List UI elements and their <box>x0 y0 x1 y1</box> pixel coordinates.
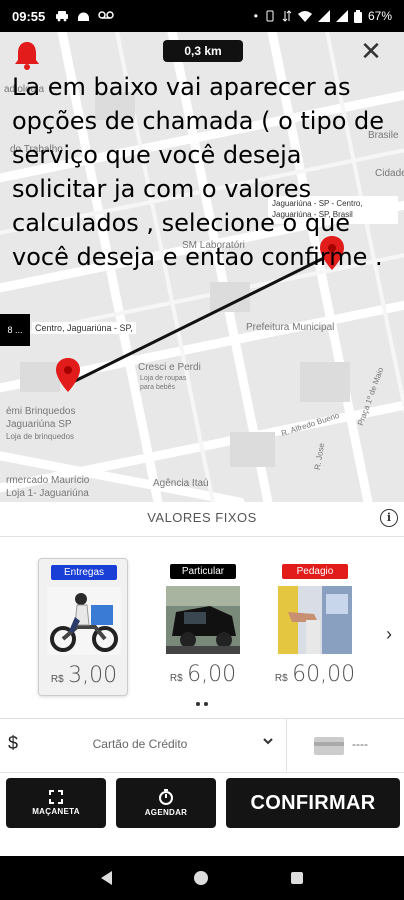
map-label: rmercado Maurício <box>6 475 90 486</box>
map-label: Agência Itaú <box>153 478 209 489</box>
origin-pin-icon <box>56 358 80 392</box>
origin-address-label: Centro, Jaguariúna - SP, <box>32 322 136 334</box>
map-label: Prefeitura Municipal <box>246 322 335 333</box>
macaneta-label: MAÇANETA <box>32 807 80 816</box>
voicemail-icon <box>98 11 114 19</box>
divider <box>0 772 404 773</box>
status-bar: 09:55 • 67% <box>0 0 404 32</box>
service-price: R$ 60,00 <box>270 662 360 687</box>
agendar-label: AGENDAR <box>144 808 188 817</box>
pager-dot <box>196 702 200 706</box>
android-icon <box>78 12 90 21</box>
payment-row: $ Cartão de Crédito ---- <box>0 719 404 771</box>
system-nav-bar <box>0 856 404 900</box>
distance-badge: 0,3 km <box>163 40 243 62</box>
signal-icon <box>317 10 330 22</box>
price-currency: R$ <box>274 673 288 684</box>
home-icon[interactable] <box>194 871 209 885</box>
service-badge: Particular <box>170 564 236 579</box>
price-value: 3,00 <box>68 663 118 688</box>
map-label: émi Brinquedos <box>6 406 76 417</box>
divider <box>0 536 404 537</box>
price-value: 6,00 <box>187 662 237 687</box>
side-tab[interactable]: 8 ... <box>0 314 30 346</box>
expand-icon <box>49 790 63 804</box>
carousel-pager <box>196 702 210 708</box>
info-icon[interactable]: i <box>380 509 398 527</box>
back-icon[interactable] <box>101 871 113 885</box>
card-digits: ---- <box>352 737 368 751</box>
payment-method-select[interactable]: Cartão de Crédito <box>60 737 220 751</box>
service-option-pedagio[interactable]: Pedagio R$ 60,00 <box>270 558 360 696</box>
toll-booth-icon <box>278 586 352 654</box>
confirm-button[interactable]: CONFIRMAR <box>226 778 400 828</box>
macaneta-button[interactable]: MAÇANETA <box>6 778 106 828</box>
bell-icon[interactable] <box>14 40 40 70</box>
map-view[interactable]: adiologia do Trabalho Brasile Cidade SM … <box>0 32 404 502</box>
service-panel: VALORES FIXOS i Entregas R$ 3,00 Particu… <box>0 502 404 854</box>
map-label: Loja 1- Jaguariúna <box>6 488 89 499</box>
pager-dot <box>204 702 208 706</box>
chevron-right-icon[interactable]: › <box>386 624 392 645</box>
signal-icon-2 <box>335 10 348 22</box>
motorcycle-courier-icon <box>47 587 121 655</box>
service-badge: Pedagio <box>282 564 348 579</box>
service-price: R$ 3,00 <box>39 663 129 688</box>
panel-title: VALORES FIXOS <box>147 510 257 525</box>
vibrate-icon <box>266 10 274 22</box>
confirm-label: CONFIRMAR <box>250 791 376 814</box>
service-options: Entregas R$ 3,00 Particular R$ 6,00 Peda… <box>0 554 404 704</box>
price-currency: R$ <box>169 673 183 684</box>
dollar-icon: $ <box>8 733 19 753</box>
car-icon <box>56 11 69 22</box>
map-label: para bebês <box>140 384 176 391</box>
battery-icon <box>353 9 362 23</box>
data-icon <box>282 10 292 22</box>
recents-icon[interactable] <box>290 872 303 884</box>
map-label: Jaguariúna SP <box>6 419 72 430</box>
map-label: Cresci e Perdi <box>138 362 201 373</box>
service-badge: Entregas <box>51 565 117 580</box>
credit-card-icon <box>314 737 344 755</box>
close-icon[interactable]: ✕ <box>358 38 384 64</box>
timer-icon <box>159 789 173 805</box>
map-label: Loja de brinquedos <box>6 432 75 441</box>
map-label: Loja de roupas <box>140 375 187 382</box>
service-option-entregas[interactable]: Entregas R$ 3,00 <box>38 558 128 696</box>
wifi-icon <box>297 11 312 22</box>
service-option-particular[interactable]: Particular R$ 6,00 <box>158 558 248 696</box>
chevron-down-icon[interactable] <box>262 735 274 747</box>
instruction-overlay-text: La em baixo vai aparecer as opções de ch… <box>12 73 385 271</box>
divider <box>286 719 287 771</box>
status-time: 09:55 <box>12 8 46 24</box>
agendar-button[interactable]: AGENDAR <box>116 778 216 828</box>
price-value: 60,00 <box>292 662 356 687</box>
battery-percent: 67% <box>367 9 392 23</box>
black-car-icon <box>166 586 240 654</box>
price-currency: R$ <box>50 674 64 685</box>
status-system-icons: • 67% <box>254 9 392 23</box>
action-buttons: MAÇANETA AGENDAR CONFIRMAR <box>0 776 404 832</box>
status-notification-icons <box>55 10 114 22</box>
service-price: R$ 6,00 <box>158 662 248 687</box>
dot-icon: • <box>253 9 258 23</box>
